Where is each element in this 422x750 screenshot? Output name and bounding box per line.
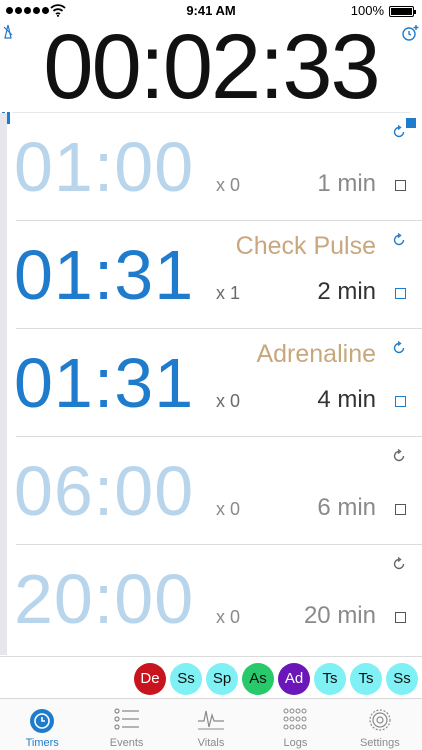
event-bubble-de[interactable]: De — [134, 663, 166, 695]
timer-duration: 6 min — [317, 494, 376, 521]
timer-countdown: 01:31 — [14, 344, 195, 422]
event-bubble-ad[interactable]: Ad — [278, 663, 310, 695]
event-bubble-as[interactable]: As — [242, 663, 274, 695]
stopwatch-icon — [30, 709, 55, 733]
repeat-icon[interactable] — [392, 233, 406, 247]
tab-bar: Timers Events Vitals Logs Settings — [0, 698, 422, 750]
event-bubble-ss[interactable]: Ss — [386, 663, 418, 695]
timer-checkbox[interactable] — [395, 504, 406, 515]
tab-label: Settings — [359, 737, 400, 749]
event-shortcuts: De Ss Sp As Ad Ts Ts Ss — [0, 656, 422, 698]
timer-label: Adrenaline — [256, 340, 376, 368]
timer-count: x 1 — [216, 283, 241, 303]
main-timer: 00:02:33 — [0, 16, 422, 128]
timer-label: Check Pulse — [235, 232, 376, 260]
add-timer-icon[interactable] — [400, 24, 420, 42]
tab-logs[interactable]: Logs — [253, 699, 337, 750]
tab-events[interactable]: Events — [84, 699, 168, 750]
tab-label: Vitals — [197, 737, 225, 749]
timer-row[interactable]: Check Pulse 01:31 x 1 2 min — [0, 221, 422, 329]
timer-checkbox[interactable] — [395, 612, 406, 623]
waveform-icon — [198, 710, 225, 730]
event-bubble-ts[interactable]: Ts — [314, 663, 346, 695]
event-bubble-ts[interactable]: Ts — [350, 663, 382, 695]
timer-countdown: 06:00 — [14, 452, 195, 530]
timer-count: x 0 — [216, 499, 241, 519]
repeat-icon[interactable] — [392, 341, 406, 355]
battery-icon — [389, 6, 416, 17]
timer-row[interactable]: 06:00 x 0 6 min — [0, 437, 422, 545]
event-bubble-ss[interactable]: Ss — [170, 663, 202, 695]
timer-count: x 0 — [216, 607, 241, 627]
tab-vitals[interactable]: Vitals — [169, 699, 253, 750]
timer-count: x 0 — [216, 391, 241, 411]
timer-row[interactable]: 01:00 x 0 1 min — [0, 113, 422, 221]
elapsed-time: 00:02:33 — [43, 16, 380, 118]
tab-settings[interactable]: Settings — [338, 699, 422, 750]
event-bubble-sp[interactable]: Sp — [206, 663, 238, 695]
timer-duration: 20 min — [303, 602, 376, 629]
timer-checkbox[interactable] — [395, 396, 406, 407]
timer-row[interactable]: 20:00 x 0 20 min — [0, 545, 422, 653]
timer-checkbox[interactable] — [395, 288, 406, 299]
grid-dots-icon — [283, 708, 307, 730]
timer-countdown: 20:00 — [14, 560, 195, 638]
timer-checkbox[interactable] — [395, 180, 406, 191]
timer-countdown: 01:00 — [14, 128, 195, 206]
list-icon — [114, 708, 139, 730]
tab-label: Timers — [25, 737, 59, 749]
repeat-icon[interactable] — [392, 125, 406, 139]
gear-icon — [369, 709, 391, 731]
tab-label: Logs — [283, 737, 308, 749]
timer-countdown: 01:31 — [14, 236, 195, 314]
timer-duration: 4 min — [317, 386, 376, 413]
timer-list: 01:00 x 0 1 min Check Pulse 01:31 x 1 2 … — [0, 113, 422, 655]
timer-duration: 2 min — [317, 278, 376, 305]
timer-duration: 1 min — [317, 170, 376, 197]
timer-row[interactable]: Adrenaline 01:31 x 0 4 min — [0, 329, 422, 437]
repeat-icon[interactable] — [392, 557, 406, 571]
tab-timers[interactable]: Timers — [0, 699, 84, 750]
timer-count: x 0 — [216, 175, 241, 195]
tab-label: Events — [109, 737, 144, 749]
repeat-icon[interactable] — [392, 449, 406, 463]
